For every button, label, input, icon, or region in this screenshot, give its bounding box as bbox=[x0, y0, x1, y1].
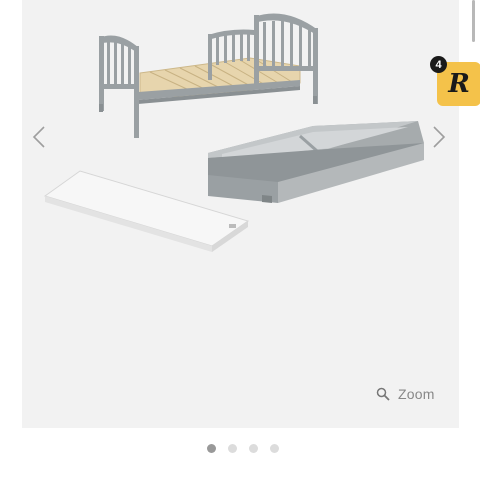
notification-count-badge: 4 bbox=[430, 56, 447, 73]
zoom-button[interactable]: Zoom bbox=[376, 386, 435, 402]
product-image-gallery[interactable]: Zoom bbox=[22, 0, 459, 428]
carousel-dot-1[interactable] bbox=[207, 444, 216, 453]
magnifier-icon bbox=[376, 387, 390, 401]
carousel-dot-3[interactable] bbox=[249, 444, 258, 453]
carousel-dot-2[interactable] bbox=[228, 444, 237, 453]
rewards-badge[interactable]: R 4 bbox=[430, 56, 480, 108]
chevron-right-icon bbox=[433, 126, 446, 148]
carousel-dot-4[interactable] bbox=[270, 444, 279, 453]
product-image bbox=[43, 13, 424, 252]
toddler-bed-illustration bbox=[99, 13, 318, 138]
zoom-label: Zoom bbox=[398, 386, 435, 402]
chevron-left-icon bbox=[32, 126, 45, 148]
drawer-illustration bbox=[208, 121, 424, 203]
next-image-button[interactable] bbox=[428, 122, 450, 152]
scrollbar[interactable] bbox=[472, 0, 475, 42]
rewards-logo-letter: R bbox=[448, 69, 470, 99]
carousel-pagination bbox=[207, 444, 279, 453]
previous-image-button[interactable] bbox=[28, 122, 50, 152]
